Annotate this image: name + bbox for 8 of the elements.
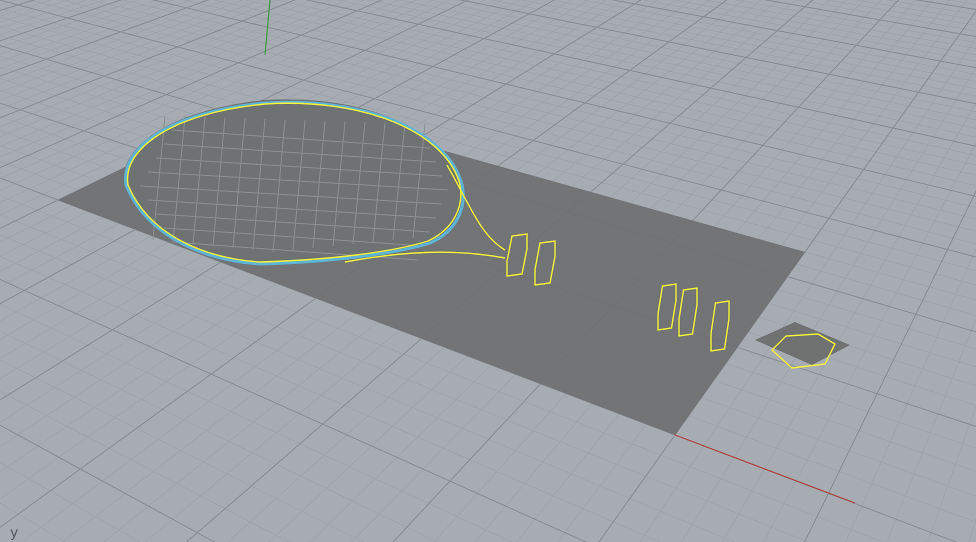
handle-section-outline bbox=[534, 240, 556, 286]
handle-section-outline bbox=[506, 233, 528, 277]
handle-section-outline bbox=[710, 300, 730, 352]
handle-section-outline bbox=[657, 283, 677, 331]
y-axis-line bbox=[264, 0, 271, 56]
octagon-outline bbox=[770, 333, 836, 369]
handle-section-outline bbox=[678, 287, 698, 337]
axis-label: y bbox=[10, 526, 18, 540]
